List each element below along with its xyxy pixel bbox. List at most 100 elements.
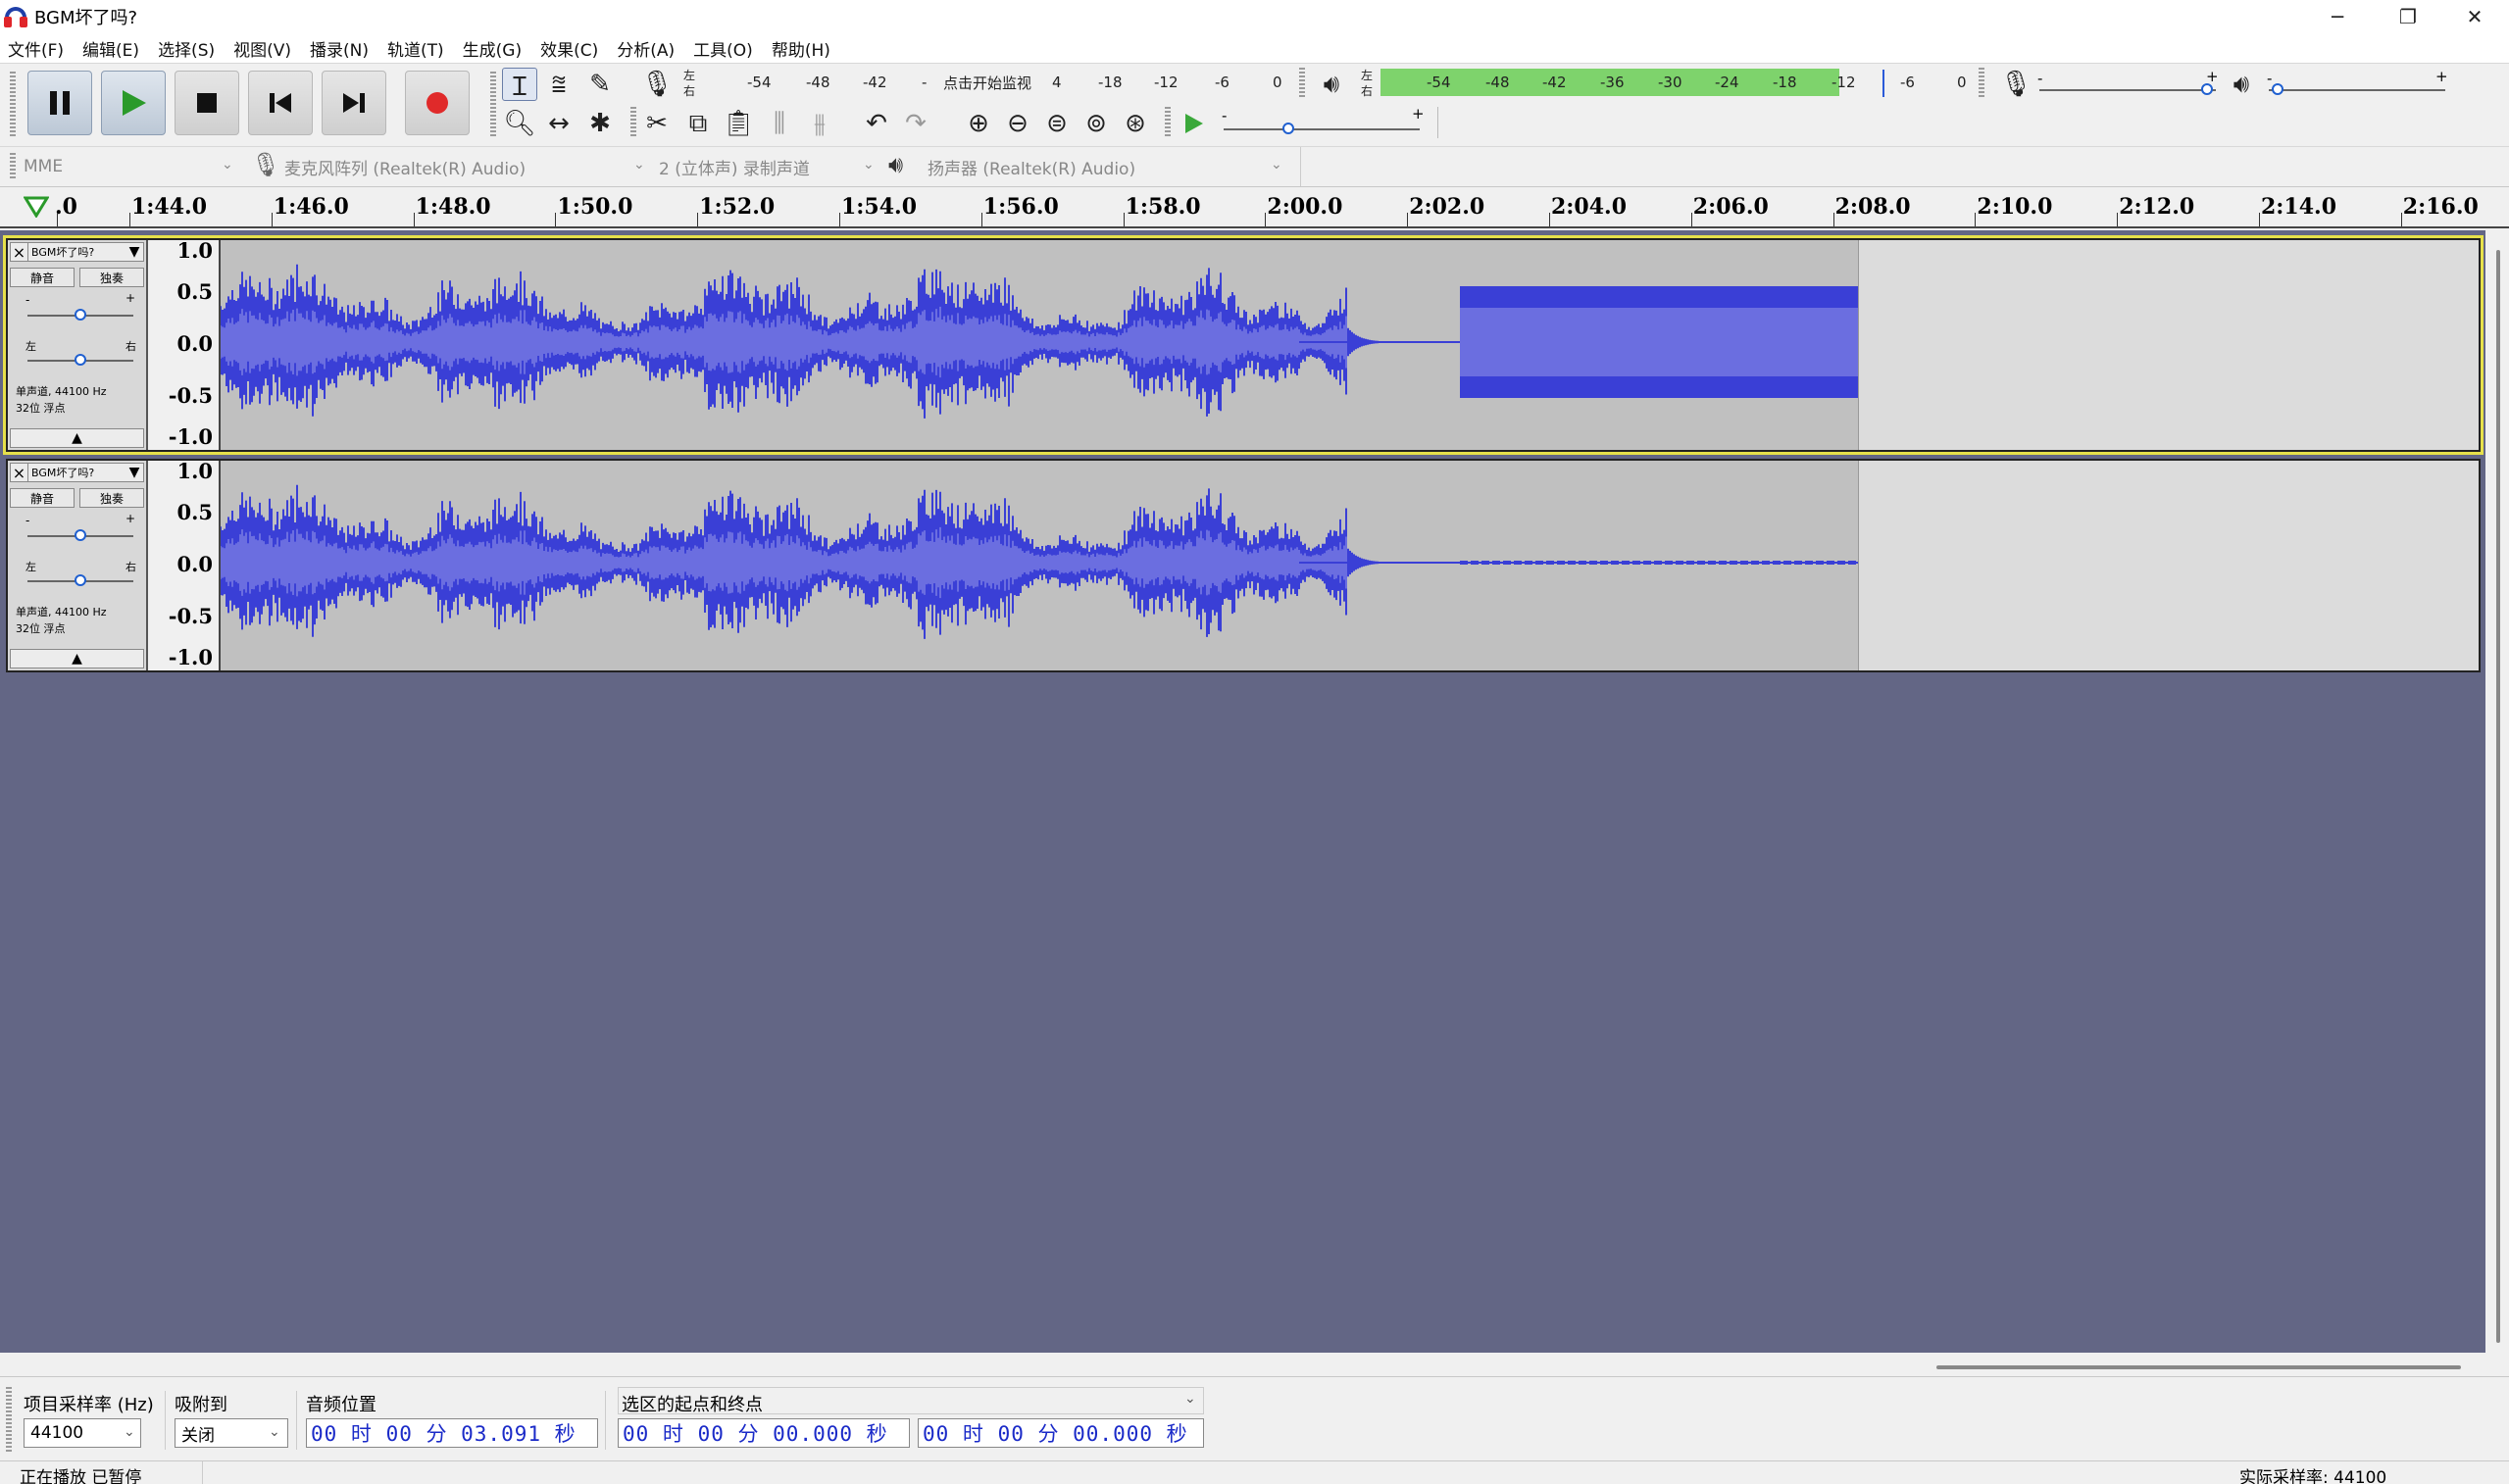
trim-button[interactable]: ⫼ [762, 107, 797, 140]
horizontal-scrollbar[interactable] [0, 1353, 2509, 1376]
cut-button[interactable]: ✂ [639, 107, 675, 140]
monitor-hint[interactable]: 点击开始监视 [943, 73, 1031, 93]
toolbar-grip[interactable] [6, 1387, 12, 1452]
toolbar-grip[interactable] [10, 72, 16, 136]
copy-button[interactable]: ⧉ [680, 107, 716, 140]
menu-effect[interactable]: 效果(C) [540, 36, 598, 61]
toolbar-grip[interactable] [1165, 107, 1171, 138]
zoom-toggle-button[interactable]: ⊛ [1118, 107, 1153, 140]
playback-volume-knob[interactable] [2272, 83, 2283, 95]
audio-host-select[interactable]: MME [24, 153, 239, 180]
zoom-in-button[interactable]: ⊕ [961, 107, 996, 140]
audio-position-field[interactable]: 00 时 00 分 03.091 秒 [306, 1418, 598, 1448]
timeline-options-icon[interactable] [24, 196, 49, 218]
undo-button[interactable]: ↶ [859, 107, 894, 140]
minimize-button[interactable]: ─ [2302, 0, 2373, 33]
envelope-tool[interactable]: ⩰ [541, 68, 577, 101]
vertical-ruler[interactable]: 1.0 0.5 0.0 -0.5 -1.0 [150, 238, 221, 452]
menu-analyze[interactable]: 分析(A) [617, 36, 675, 61]
audio-track[interactable]: × BGM坏了吗? ▼ 静音 独奏 - + 左 右 单声道, 44100 Hz … [3, 235, 2484, 455]
menu-view[interactable]: 视图(V) [233, 36, 291, 61]
collapse-track-button[interactable]: ▲ [10, 428, 144, 448]
mute-button[interactable]: 静音 [10, 268, 75, 287]
track-panel[interactable]: × BGM坏了吗? ▼ 静音 独奏 - + 左 右 单声道, 44100 Hz … [0, 230, 2485, 1353]
play-speed-slider[interactable] [1224, 128, 1420, 130]
empty-track-area[interactable] [1858, 238, 2481, 452]
recording-device-select[interactable]: 麦克风阵列 (Realtek(R) Audio) [284, 153, 657, 180]
record-meter-button[interactable]: 🎙︎ [639, 68, 675, 101]
track-close-icon[interactable]: × [11, 242, 28, 262]
recording-volume-slider[interactable] [2039, 89, 2216, 91]
toolbar-grip[interactable] [490, 72, 496, 136]
play-meter[interactable]: -54 -48 -42 -36 -30 -24 -18 -12 -6 0 [1380, 68, 1969, 97]
selection-start-field[interactable]: 00 时 00 分 00.000 秒 [618, 1418, 910, 1448]
pause-button[interactable] [27, 71, 92, 135]
selection-mode-select[interactable] [618, 1387, 1204, 1414]
close-button[interactable]: ✕ [2439, 0, 2509, 33]
fit-project-button[interactable]: ⊚ [1079, 107, 1114, 140]
skip-to-start-button[interactable] [248, 71, 313, 135]
vertical-ruler[interactable]: 1.0 0.5 0.0 -0.5 -1.0 [150, 459, 221, 672]
menu-tracks[interactable]: 轨道(T) [387, 36, 444, 61]
stop-button[interactable] [175, 71, 239, 135]
pan-knob[interactable] [75, 574, 86, 586]
play-meter-button[interactable]: 🔊︎ [1314, 68, 1349, 101]
timeline-ruler[interactable]: .0 1:44.0 1:46.0 1:48.0 1:50.0 1:52.0 1:54.0 1:… [0, 187, 2509, 228]
time-shift-tool[interactable]: ↔ [541, 107, 577, 140]
gain-knob[interactable] [75, 529, 86, 541]
paste-button[interactable]: 📋︎ [721, 107, 756, 140]
selection-end-field[interactable]: 00 时 00 分 00.000 秒 [918, 1418, 1204, 1448]
skip-to-end-button[interactable] [322, 71, 386, 135]
toolbar-grip[interactable] [1979, 68, 1984, 97]
audio-track[interactable]: × BGM坏了吗? ▼ 静音 独奏 - + 左 右 单声道, 44100 Hz … [6, 459, 2481, 672]
solo-button[interactable]: 独奏 [79, 268, 144, 287]
toolbar-grip[interactable] [630, 107, 636, 138]
silence-button[interactable]: ⫵ [802, 107, 837, 140]
menu-help[interactable]: 帮助(H) [772, 36, 830, 61]
menu-select[interactable]: 选择(S) [158, 36, 215, 61]
toolbar-grip[interactable] [10, 153, 16, 180]
collapse-track-button[interactable]: ▲ [10, 649, 144, 668]
menu-transport[interactable]: 播录(N) [310, 36, 369, 61]
track-menu-chevron-icon[interactable]: ▼ [125, 465, 143, 480]
track-close-icon[interactable]: × [11, 463, 28, 482]
playback-device-select[interactable]: 扬声器 (Realtek(R) Audio) [928, 153, 1290, 180]
main-toolbar: Ｉ ⩰ ✎ 🔍︎ ↔ ✱ 🎙︎ 左 右 -54 -48 -42 - 点击开始监视… [0, 63, 2509, 146]
empty-track-area[interactable] [1858, 459, 2481, 672]
fit-selection-button[interactable]: ⊜ [1039, 107, 1075, 140]
microphone-icon: 🎙︎ [251, 151, 281, 178]
play-speed-knob[interactable] [1282, 123, 1294, 134]
recording-channels-select[interactable]: 2 (立体声) 录制声道 [659, 153, 865, 180]
vertical-scroll-thumb[interactable] [2496, 250, 2500, 1343]
solo-button[interactable]: 独奏 [79, 488, 144, 508]
recording-volume-knob[interactable] [2201, 83, 2213, 95]
zoom-out-button[interactable]: ⊖ [1000, 107, 1035, 140]
menu-edit[interactable]: 编辑(E) [82, 36, 139, 61]
redo-button[interactable]: ↷ [898, 107, 933, 140]
toolbar-grip[interactable] [1299, 68, 1305, 97]
playback-volume-slider[interactable] [2269, 89, 2445, 91]
track-name-button[interactable]: BGM坏了吗? [28, 244, 125, 260]
mute-button[interactable]: 静音 [10, 488, 75, 508]
pan-knob[interactable] [75, 354, 86, 366]
record-meter[interactable]: -54 -48 -42 - 点击开始监视 4 -18 -12 -6 0 [701, 68, 1289, 97]
track-name-button[interactable]: BGM坏了吗? [28, 465, 125, 480]
draw-tool[interactable]: ✎ [582, 68, 618, 101]
record-button[interactable] [405, 71, 470, 135]
play-meter-right-label: 右 [1361, 84, 1374, 98]
track-menu-chevron-icon[interactable]: ▼ [125, 244, 143, 260]
waveform-area[interactable] [220, 238, 1858, 452]
vertical-scrollbar[interactable] [2485, 230, 2509, 1353]
play-at-speed-button[interactable] [1177, 107, 1212, 140]
waveform-area[interactable] [220, 459, 1858, 672]
menu-tools[interactable]: 工具(O) [693, 36, 753, 61]
menu-file[interactable]: 文件(F) [8, 36, 64, 61]
selection-tool[interactable]: Ｉ [502, 68, 537, 102]
menu-generate[interactable]: 生成(G) [463, 36, 522, 61]
play-button[interactable] [101, 71, 166, 135]
zoom-tool[interactable]: 🔍︎ [502, 107, 537, 140]
gain-knob[interactable] [75, 309, 86, 321]
multi-tool[interactable]: ✱ [582, 107, 618, 140]
horizontal-scroll-thumb[interactable] [1936, 1365, 2461, 1369]
maximize-button[interactable]: ❐ [2373, 0, 2443, 33]
